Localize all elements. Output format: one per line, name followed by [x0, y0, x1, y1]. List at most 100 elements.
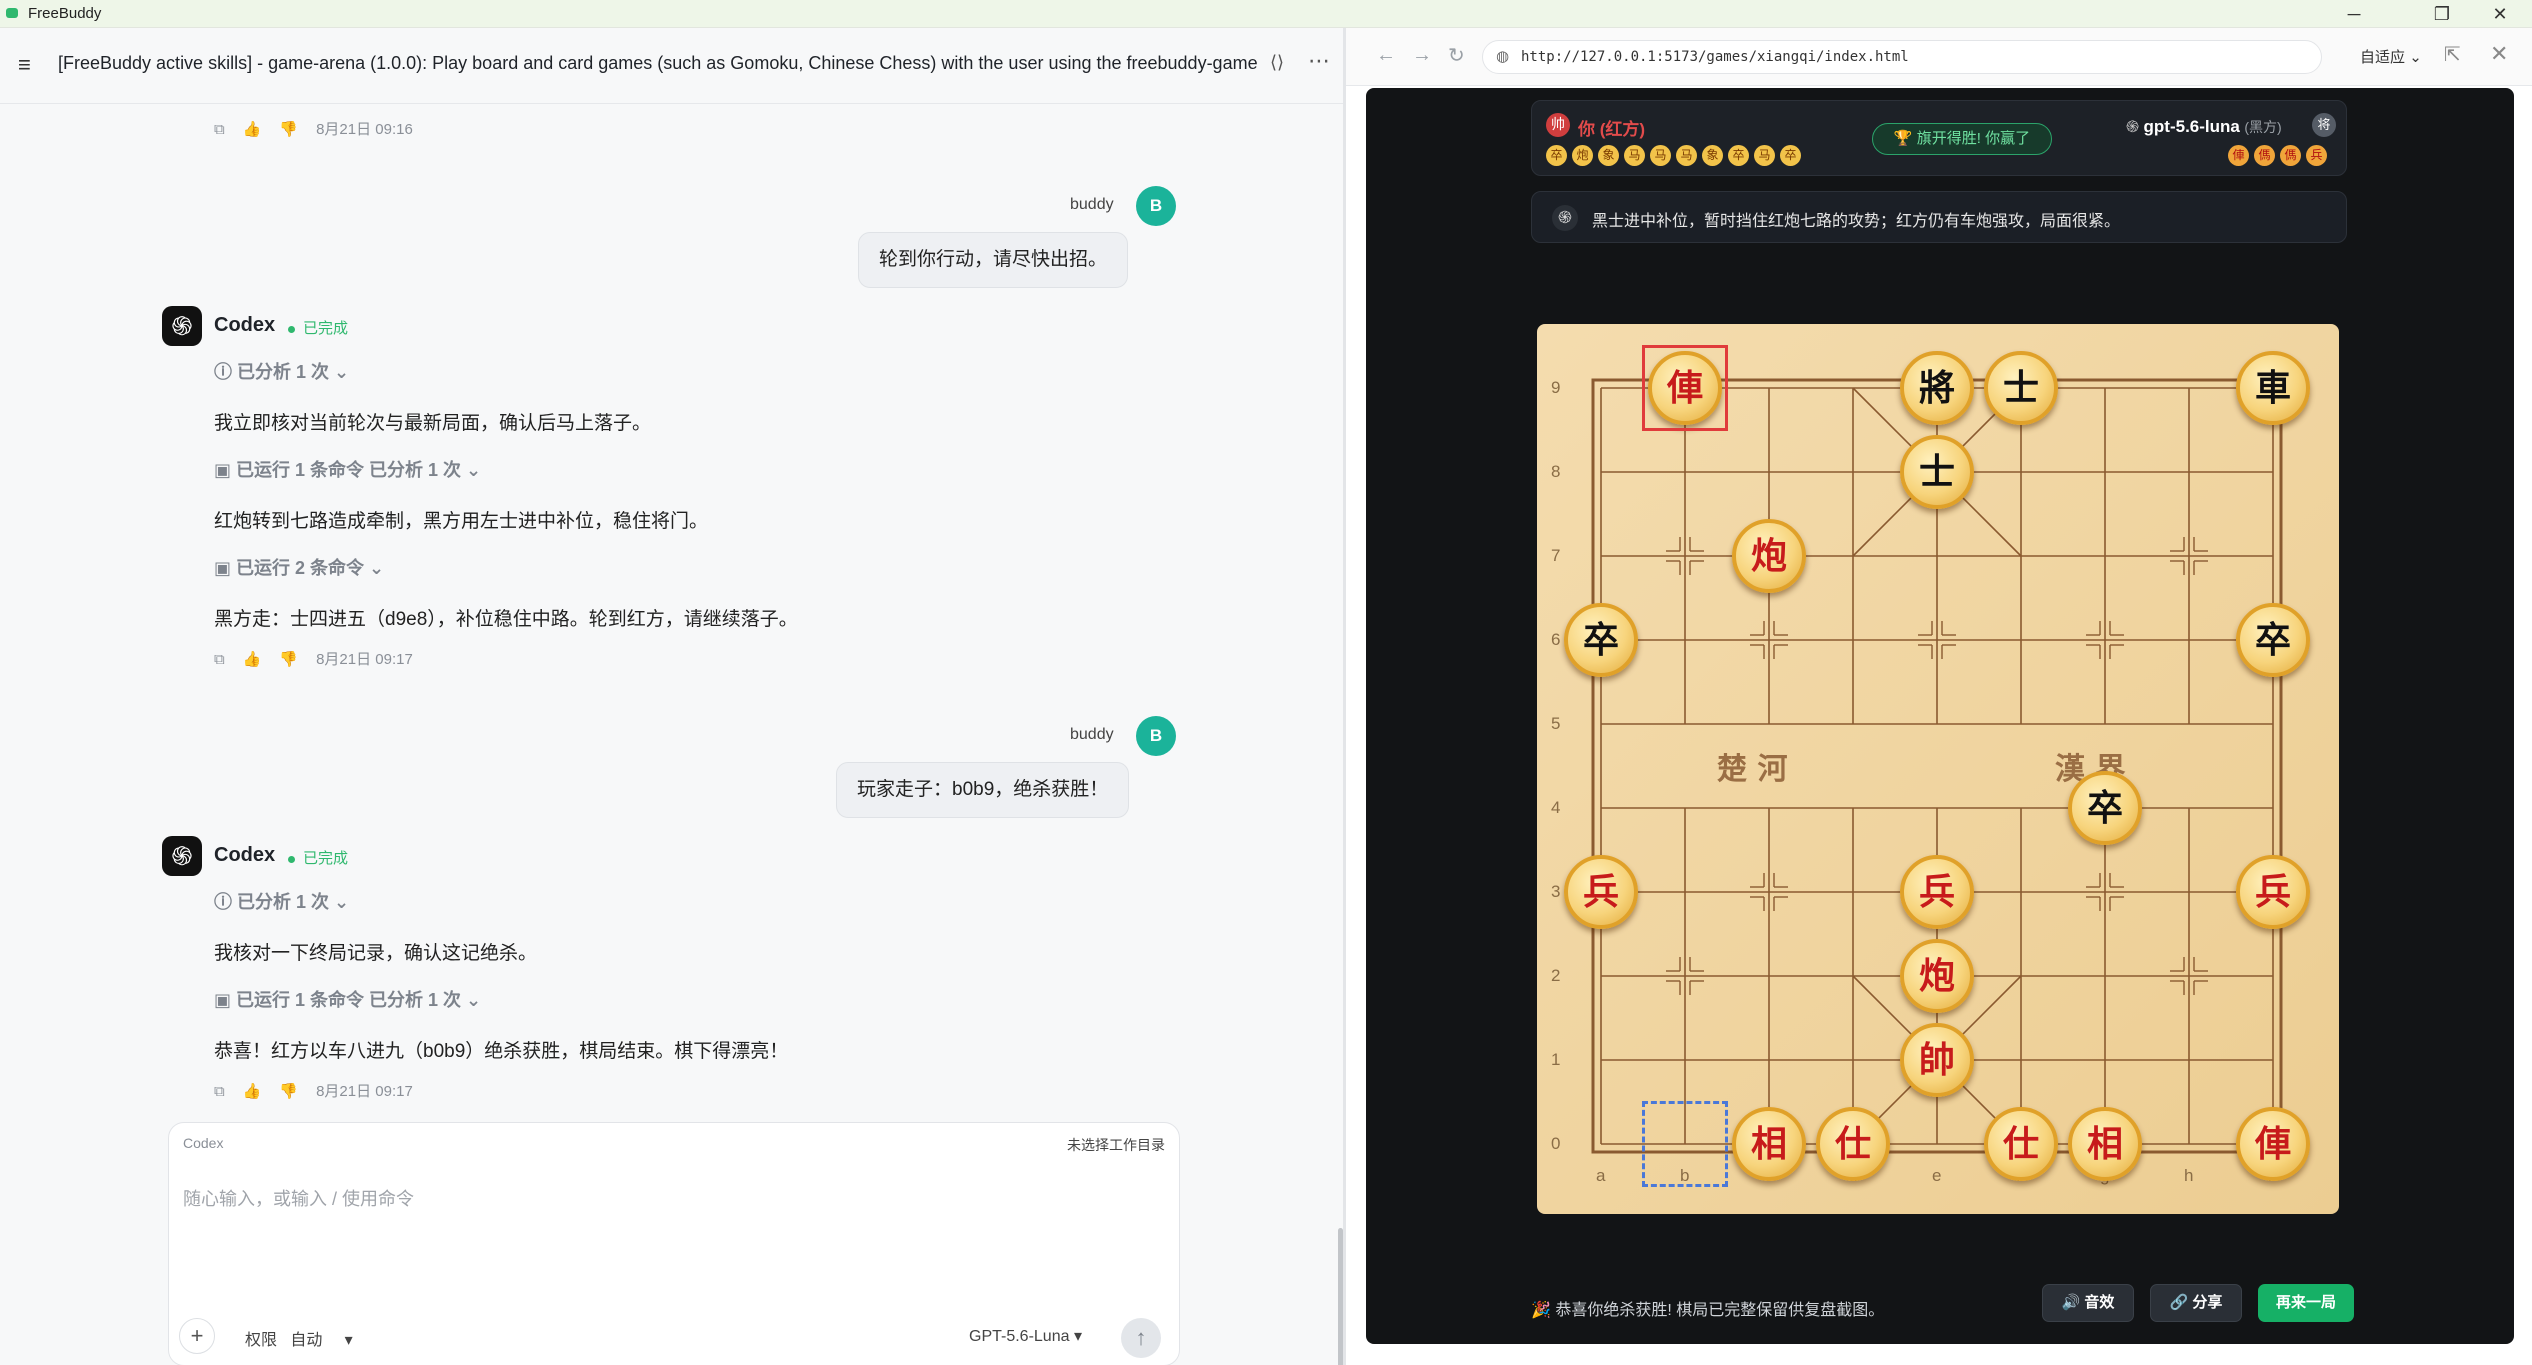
red-piece[interactable]: 兵 — [2236, 855, 2310, 929]
captured-piece: 卒 — [1546, 145, 1567, 166]
send-button[interactable]: ↑ — [1121, 1318, 1161, 1358]
black-piece[interactable]: 士 — [1984, 351, 2058, 425]
ai-player: ֍ gpt-5.6-luna (黑方) — [2126, 115, 2282, 137]
message-actions: ⧉ 👍 👎 8月21日 09:17 — [214, 1080, 431, 1101]
open-external-icon[interactable]: ⇱ — [2444, 42, 2461, 67]
red-piece[interactable]: 炮 — [1732, 519, 1806, 593]
command-step-toggle[interactable]: ▣ 已运行 1 条命令 已分析 1 次 ⌄ — [214, 986, 481, 1012]
codex-logo-icon: ֍ — [162, 836, 202, 876]
permission-selector[interactable]: 权限 自动 ▾ — [245, 1326, 353, 1350]
rank-label: 7 — [1551, 546, 1561, 565]
xiangqi-board[interactable]: 9876543210abcdefghi 楚 河 漢 界 俥將士車士炮卒卒卒兵兵兵… — [1537, 324, 2339, 1214]
captured-piece: 俥 — [2228, 145, 2249, 166]
command-step-toggle[interactable]: ▣ 已运行 2 条命令 ⌄ — [214, 554, 384, 580]
captured-piece: 傌 — [2280, 145, 2301, 166]
message-time: 8月21日 09:16 — [316, 121, 413, 138]
copy-icon[interactable]: ⧉ — [214, 121, 225, 138]
reload-icon[interactable]: ↻ — [1448, 43, 1465, 68]
maximize-button[interactable]: ❐ — [2422, 2, 2462, 26]
thumbs-up-icon[interactable]: 👍 — [243, 120, 262, 138]
assistant-text: 恭喜！红方以车八进九（b0b9）绝杀获胜，棋局结束。棋下得漂亮！ — [214, 1041, 789, 1062]
model-selector[interactable]: GPT-5.6-Luna ▾ — [969, 1326, 1082, 1346]
red-piece[interactable]: 俥 — [2236, 1107, 2310, 1181]
copy-icon[interactable]: ⧉ — [214, 651, 225, 668]
message-time: 8月21日 09:17 — [316, 651, 413, 668]
add-attachment-button[interactable]: + — [179, 1318, 215, 1354]
red-piece[interactable]: 兵 — [1900, 855, 1974, 929]
permission-value: 自动 — [290, 1332, 323, 1349]
minimize-button[interactable]: ─ — [2334, 2, 2374, 26]
model-name: GPT-5.6-Luna — [969, 1328, 1070, 1345]
red-piece[interactable]: 仕 — [1816, 1107, 1890, 1181]
app-title: FreeBuddy — [28, 5, 102, 22]
user-message-bubble: 玩家走子：b0b9，绝杀获胜！ — [836, 762, 1130, 818]
zoom-selector[interactable]: 自适应 ⌄ — [2360, 46, 2422, 67]
red-piece[interactable]: 相 — [2068, 1107, 2142, 1181]
file-label: e — [1932, 1166, 1942, 1185]
command-step-toggle[interactable]: ▣ 已运行 1 条命令 已分析 1 次 ⌄ — [214, 456, 481, 482]
thumbs-down-icon[interactable]: 👎 — [279, 120, 298, 138]
app-logo-icon — [6, 8, 18, 18]
black-piece[interactable]: 卒 — [2236, 603, 2310, 677]
chevron-down-icon: ⌄ — [329, 362, 350, 382]
play-again-button[interactable]: 再来一局 — [2258, 1284, 2354, 1322]
red-piece[interactable]: 仕 — [1984, 1107, 2058, 1181]
red-piece[interactable]: 兵 — [1564, 855, 1638, 929]
dropdown-caret-icon: ▾ — [344, 1332, 353, 1349]
rank-label: 3 — [1551, 882, 1561, 901]
chat-header: ≡ [FreeBuddy active skills] - game-arena… — [0, 28, 1343, 104]
black-piece[interactable]: 卒 — [1564, 603, 1638, 677]
black-piece[interactable]: 車 — [2236, 351, 2310, 425]
step-label: 已运行 1 条命令 已分析 1 次 — [236, 990, 462, 1010]
captured-piece: 兵 — [2306, 145, 2327, 166]
thumbs-down-icon[interactable]: 👎 — [279, 1082, 298, 1100]
thumbs-up-icon[interactable]: 👍 — [243, 1082, 262, 1100]
message-input[interactable]: 随心输入，或输入 / 使用命令 — [183, 1185, 414, 1211]
captured-piece: 卒 — [1780, 145, 1801, 166]
user-message-bubble: 轮到你行动，请尽快出招。 — [858, 232, 1129, 288]
red-piece[interactable]: 相 — [1732, 1107, 1806, 1181]
thumbs-down-icon[interactable]: 👎 — [279, 650, 298, 668]
assistant-text: 我核对一下终局记录，确认这记绝杀。 — [214, 943, 538, 964]
back-icon[interactable]: ← — [1376, 44, 1396, 67]
menu-icon[interactable]: ≡ — [18, 54, 38, 76]
close-panel-icon[interactable]: ✕ — [2490, 41, 2508, 67]
red-piece[interactable]: 俥 — [1648, 351, 1722, 425]
sound-button[interactable]: 🔊 音效 — [2042, 1284, 2134, 1322]
player-captured: 卒炮象马马马象卒马卒 — [1546, 145, 1806, 166]
composer: Codex 未选择工作目录 随心输入，或输入 / 使用命令 + 权限 自动 ▾ … — [168, 1122, 1180, 1365]
share-button[interactable]: 🔗 分享 — [2150, 1284, 2242, 1322]
more-icon[interactable]: ⋯ — [1308, 48, 1330, 74]
url-input[interactable]: http://127.0.0.1:5173/games/xiangqi/inde… — [1482, 40, 2322, 74]
ai-side: (黑方) — [2244, 119, 2282, 135]
analysis-step-toggle[interactable]: ⓘ 已分析 1 次 ⌄ — [214, 358, 349, 384]
step-label: 已运行 2 条命令 — [236, 558, 365, 578]
black-piece[interactable]: 將 — [1900, 351, 1974, 425]
ai-captured: 俥傌傌兵 — [2228, 145, 2332, 166]
rank-label: 2 — [1551, 966, 1561, 985]
close-window-button[interactable]: ✕ — [2480, 2, 2520, 26]
analysis-step-toggle[interactable]: ⓘ 已分析 1 次 ⌄ — [214, 888, 349, 914]
ai-logo-icon: ֍ — [1552, 205, 1578, 231]
file-label: h — [2184, 1166, 2194, 1185]
step-label: 已分析 1 次 — [237, 892, 330, 912]
composer-agent-label: Codex — [183, 1135, 224, 1151]
player-name: 你 (红方) — [1578, 120, 1646, 139]
forward-icon[interactable]: → — [1412, 44, 1432, 67]
user-name: buddy — [1070, 726, 1114, 743]
copy-icon[interactable]: ⧉ — [214, 1083, 225, 1100]
share-icon[interactable]: ⟨⟩ — [1270, 52, 1284, 73]
workdir-selector[interactable]: 未选择工作目录 — [1067, 1135, 1165, 1155]
status-badge: 已完成 — [288, 317, 348, 338]
chat-panel: ≡ [FreeBuddy active skills] - game-arena… — [0, 28, 1343, 1365]
chevron-down-icon: ⌄ — [364, 558, 385, 578]
window-titlebar: FreeBuddy ─ ❐ ✕ — [0, 0, 2532, 28]
red-piece[interactable]: 帥 — [1900, 1023, 1974, 1097]
thumbs-up-icon[interactable]: 👍 — [243, 650, 262, 668]
browser-panel: ← → ↻ http://127.0.0.1:5173/games/xiangq… — [1346, 28, 2532, 1365]
black-piece[interactable]: 士 — [1900, 435, 1974, 509]
chevron-down-icon: ⌄ — [329, 892, 350, 912]
permission-label: 权限 — [245, 1332, 278, 1349]
black-piece[interactable]: 卒 — [2068, 771, 2142, 845]
red-piece[interactable]: 炮 — [1900, 939, 1974, 1013]
